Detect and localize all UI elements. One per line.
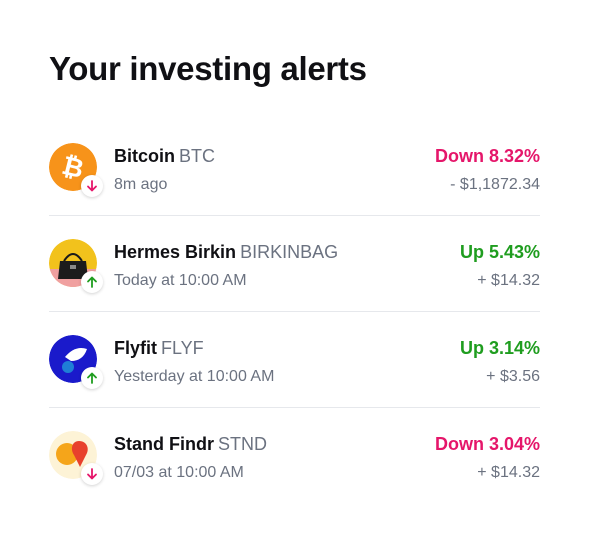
asset-name: Bitcoin: [114, 146, 175, 166]
arrow-down-icon: [81, 463, 103, 485]
asset-ticker: BIRKINBAG: [240, 242, 339, 262]
asset-name: Hermes Birkin: [114, 242, 237, 262]
asset-name: Stand Findr: [114, 434, 214, 454]
alert-time: 8m ago: [114, 176, 168, 193]
price-amount: + $3.56: [486, 368, 540, 385]
price-amount: + $14.32: [477, 464, 540, 481]
alert-row-stand-findr[interactable]: Stand Findr STND 07/03 at 10:00 AM Down 3…: [49, 408, 540, 503]
alert-time: Today at 10:00 AM: [114, 272, 247, 289]
price-change: Up 3.14%: [459, 338, 540, 358]
asset-ticker: FLYF: [161, 338, 204, 358]
asset-ticker: BTC: [179, 146, 215, 166]
alert-row-flyfit[interactable]: Flyfit FLYF Yesterday at 10:00 AM Up 3.14…: [49, 312, 540, 408]
arrow-down-icon: [81, 175, 103, 197]
price-amount: + $14.32: [477, 272, 540, 289]
arrow-up-icon: [81, 367, 103, 389]
arrow-up-icon: [81, 271, 103, 293]
asset-name: Flyfit: [114, 338, 157, 358]
price-change: Down 8.32%: [434, 146, 540, 166]
alerts-list: ₿ Bitcoin BTC 8m ago Down 8.32% - $1,1872…: [49, 120, 540, 503]
alert-time: Yesterday at 10:00 AM: [114, 368, 275, 385]
price-amount: - $1,1872.34: [450, 176, 540, 193]
asset-ticker: STND: [218, 434, 267, 454]
alert-time: 07/03 at 10:00 AM: [114, 464, 244, 481]
page-title: Your investing alerts: [49, 50, 367, 87]
alert-row-hermes-birkin[interactable]: Hermes Birkin BIRKINBAG Today at 10:00 AM…: [49, 216, 540, 312]
price-change: Down 3.04%: [434, 434, 540, 454]
alert-row-bitcoin[interactable]: ₿ Bitcoin BTC 8m ago Down 8.32% - $1,1872…: [49, 120, 540, 216]
price-change: Up 5.43%: [459, 242, 540, 262]
